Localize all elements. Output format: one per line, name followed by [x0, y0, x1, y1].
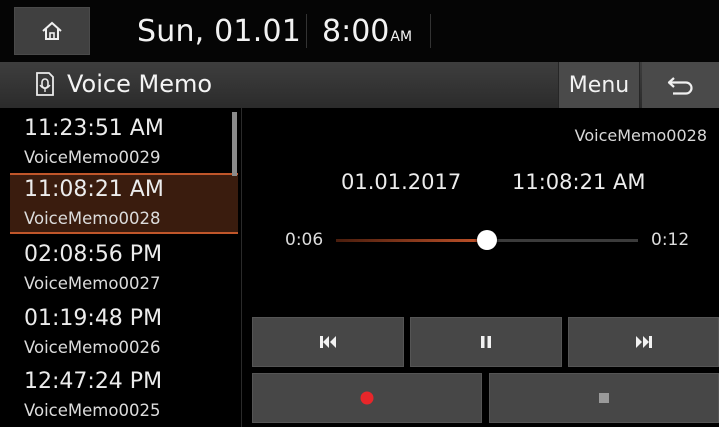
list-item-time: 01:19:48 PM [24, 306, 163, 331]
panel-divider [241, 108, 242, 427]
elapsed-time: 0:06 [285, 230, 324, 250]
home-button[interactable] [14, 7, 90, 55]
recording-date: 01.01.2017 [341, 170, 462, 194]
back-button[interactable] [642, 62, 719, 108]
pause-icon [481, 336, 491, 348]
back-arrow-icon [667, 77, 693, 95]
progress-slider[interactable] [336, 230, 638, 250]
list-item-name: VoiceMemo0028 [24, 209, 161, 228]
status-date: Sun, 01.01 [137, 14, 302, 49]
skip-next-icon [635, 336, 652, 348]
list-item-name: VoiceMemo0025 [24, 401, 161, 420]
list-scrollbar[interactable] [232, 112, 237, 176]
list-item-selected[interactable]: 11:08:21 AM VoiceMemo0028 [10, 173, 238, 234]
total-time: 0:12 [651, 230, 690, 250]
progress-knob[interactable] [477, 230, 497, 250]
current-file-name: VoiceMemo0028 [574, 126, 707, 145]
progress-fill [336, 239, 487, 242]
status-bar: Sun, 01.01 8:00AM [0, 0, 719, 62]
list-item[interactable]: 01:19:48 PM VoiceMemo0026 [10, 302, 238, 363]
record-button[interactable] [252, 373, 482, 423]
list-item-time: 11:23:51 AM [24, 116, 164, 141]
voice-memo-icon [36, 72, 54, 96]
record-icon [360, 391, 374, 405]
status-separator [306, 14, 307, 48]
pause-button[interactable] [410, 317, 562, 367]
list-item[interactable]: 12:47:24 PM VoiceMemo0025 [10, 365, 238, 426]
recording-time: 11:08:21 AM [512, 170, 646, 194]
list-item-name: VoiceMemo0027 [24, 274, 161, 293]
status-clock: 8:00 [322, 14, 390, 49]
list-item-time: 02:08:56 PM [24, 242, 163, 267]
list-item-name: VoiceMemo0029 [24, 148, 161, 167]
page-title: Voice Memo [67, 70, 213, 98]
list-item[interactable]: 02:08:56 PM VoiceMemo0027 [10, 238, 238, 299]
list-item-time: 11:08:21 AM [24, 177, 164, 202]
status-time: 8:00AM [322, 14, 412, 49]
previous-button[interactable] [252, 317, 404, 367]
list-item-name: VoiceMemo0026 [24, 338, 161, 357]
home-icon [42, 21, 62, 40]
recording-list: 11:23:51 AM VoiceMemo0029 11:08:21 AM Vo… [10, 112, 238, 427]
stop-button[interactable] [489, 373, 719, 423]
list-item-time: 12:47:24 PM [24, 369, 163, 394]
next-button[interactable] [568, 317, 719, 367]
list-item[interactable]: 11:23:51 AM VoiceMemo0029 [10, 112, 238, 173]
title-bar: Voice Memo Menu [0, 62, 719, 108]
stop-icon [599, 393, 609, 403]
status-separator [430, 14, 431, 48]
menu-button[interactable]: Menu [558, 62, 640, 108]
status-ampm: AM [390, 29, 413, 45]
skip-previous-icon [320, 336, 336, 348]
